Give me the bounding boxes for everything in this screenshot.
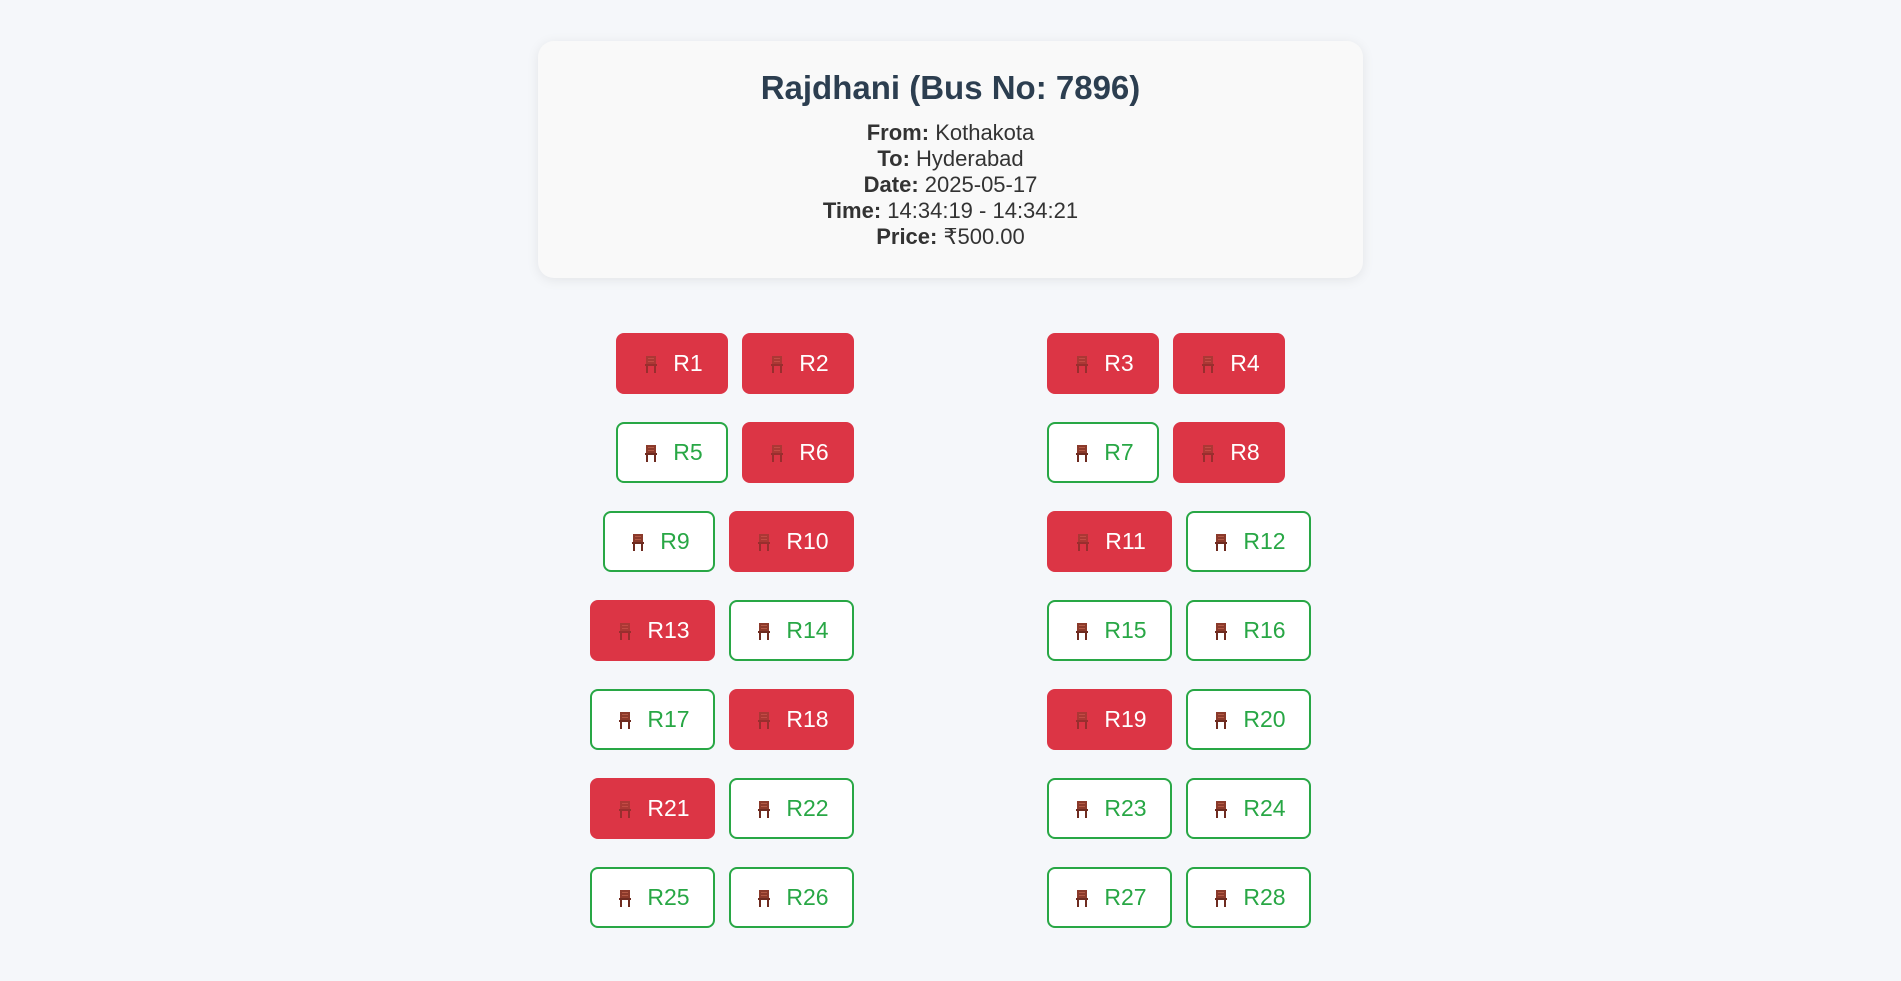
- seat-r28-button[interactable]: R28: [1186, 867, 1311, 928]
- seat-label: R13: [647, 617, 690, 643]
- seat-r19-button[interactable]: R19: [1047, 689, 1172, 750]
- seat-label: R1: [673, 350, 703, 376]
- chair-icon: [758, 533, 771, 551]
- seat-r13-button[interactable]: R13: [590, 600, 715, 661]
- chair-icon: [1076, 800, 1089, 818]
- seat-label: R3: [1104, 350, 1134, 376]
- seat-label: R15: [1104, 617, 1147, 643]
- chair-icon: [758, 889, 771, 907]
- chair-icon: [1202, 444, 1215, 462]
- chair-icon: [1076, 889, 1089, 907]
- chair-icon: [1202, 355, 1215, 373]
- seat-label: R20: [1243, 706, 1286, 732]
- chair-icon: [771, 355, 784, 373]
- seat-label: R12: [1243, 528, 1286, 554]
- seat-label: R19: [1104, 706, 1147, 732]
- seat-r10-button[interactable]: R10: [729, 511, 854, 572]
- seat-label: R28: [1243, 884, 1286, 910]
- chair-icon: [632, 533, 645, 551]
- seat-label: R4: [1230, 350, 1260, 376]
- seat-r8-button[interactable]: R8: [1173, 422, 1285, 483]
- seat-label: R25: [647, 884, 690, 910]
- seat-label: R6: [799, 439, 829, 465]
- seat-r3-button[interactable]: R3: [1047, 333, 1159, 394]
- chair-icon: [1215, 533, 1228, 551]
- seat-r24-button[interactable]: R24: [1186, 778, 1311, 839]
- chair-icon: [1077, 533, 1090, 551]
- seat-r12-button[interactable]: R12: [1186, 511, 1311, 572]
- chair-icon: [1215, 622, 1228, 640]
- seat-label: R17: [647, 706, 690, 732]
- seat-r11-button[interactable]: R11: [1047, 511, 1172, 572]
- chair-icon: [1215, 800, 1228, 818]
- seat-label: R16: [1243, 617, 1286, 643]
- seat-label: R23: [1104, 795, 1147, 821]
- seat-label: R26: [786, 884, 829, 910]
- seat-r18-button[interactable]: R18: [729, 689, 854, 750]
- seat-r16-button[interactable]: R16: [1186, 600, 1311, 661]
- seat-r26-button[interactable]: R26: [729, 867, 854, 928]
- seat-r15-button[interactable]: R15: [1047, 600, 1172, 661]
- chair-icon: [758, 800, 771, 818]
- seat-label: R7: [1104, 439, 1134, 465]
- chair-icon: [758, 711, 771, 729]
- seat-r27-button[interactable]: R27: [1047, 867, 1172, 928]
- seat-r21-button[interactable]: R21: [590, 778, 715, 839]
- seat-label: R8: [1230, 439, 1260, 465]
- seat-label: R22: [786, 795, 829, 821]
- chair-icon: [1215, 889, 1228, 907]
- chair-icon: [619, 711, 632, 729]
- chair-icon: [619, 622, 632, 640]
- seat-r20-button[interactable]: R20: [1186, 689, 1311, 750]
- seat-label: R2: [799, 350, 829, 376]
- seat-label: R18: [786, 706, 829, 732]
- seat-label: R24: [1243, 795, 1286, 821]
- chair-icon: [1076, 711, 1089, 729]
- seat-r17-button[interactable]: R17: [590, 689, 715, 750]
- seat-r9-button[interactable]: R9: [603, 511, 715, 572]
- chair-icon: [645, 444, 658, 462]
- seat-r6-button[interactable]: R6: [742, 422, 854, 483]
- seat-layout: R1 R2 R3 R4 R5 R6 R7 R8 R9 R10 R11 R12 R13 R14 R15 R16 R…: [0, 0, 1901, 981]
- seat-r4-button[interactable]: R4: [1173, 333, 1285, 394]
- chair-icon: [758, 622, 771, 640]
- chair-icon: [1076, 622, 1089, 640]
- seat-r7-button[interactable]: R7: [1047, 422, 1159, 483]
- chair-icon: [645, 355, 658, 373]
- seat-r2-button[interactable]: R2: [742, 333, 854, 394]
- seat-r25-button[interactable]: R25: [590, 867, 715, 928]
- seat-r22-button[interactable]: R22: [729, 778, 854, 839]
- chair-icon: [771, 444, 784, 462]
- seat-label: R21: [647, 795, 690, 821]
- seat-label: R10: [786, 528, 829, 554]
- seat-label: R5: [673, 439, 703, 465]
- seat-r23-button[interactable]: R23: [1047, 778, 1172, 839]
- chair-icon: [1076, 355, 1089, 373]
- chair-icon: [1215, 711, 1228, 729]
- seat-label: R27: [1104, 884, 1147, 910]
- seat-label: R9: [660, 528, 690, 554]
- chair-icon: [619, 800, 632, 818]
- chair-icon: [1076, 444, 1089, 462]
- seat-r5-button[interactable]: R5: [616, 422, 728, 483]
- seat-label: R11: [1105, 528, 1146, 554]
- chair-icon: [619, 889, 632, 907]
- seat-r14-button[interactable]: R14: [729, 600, 854, 661]
- seat-r1-button[interactable]: R1: [616, 333, 728, 394]
- seat-label: R14: [786, 617, 829, 643]
